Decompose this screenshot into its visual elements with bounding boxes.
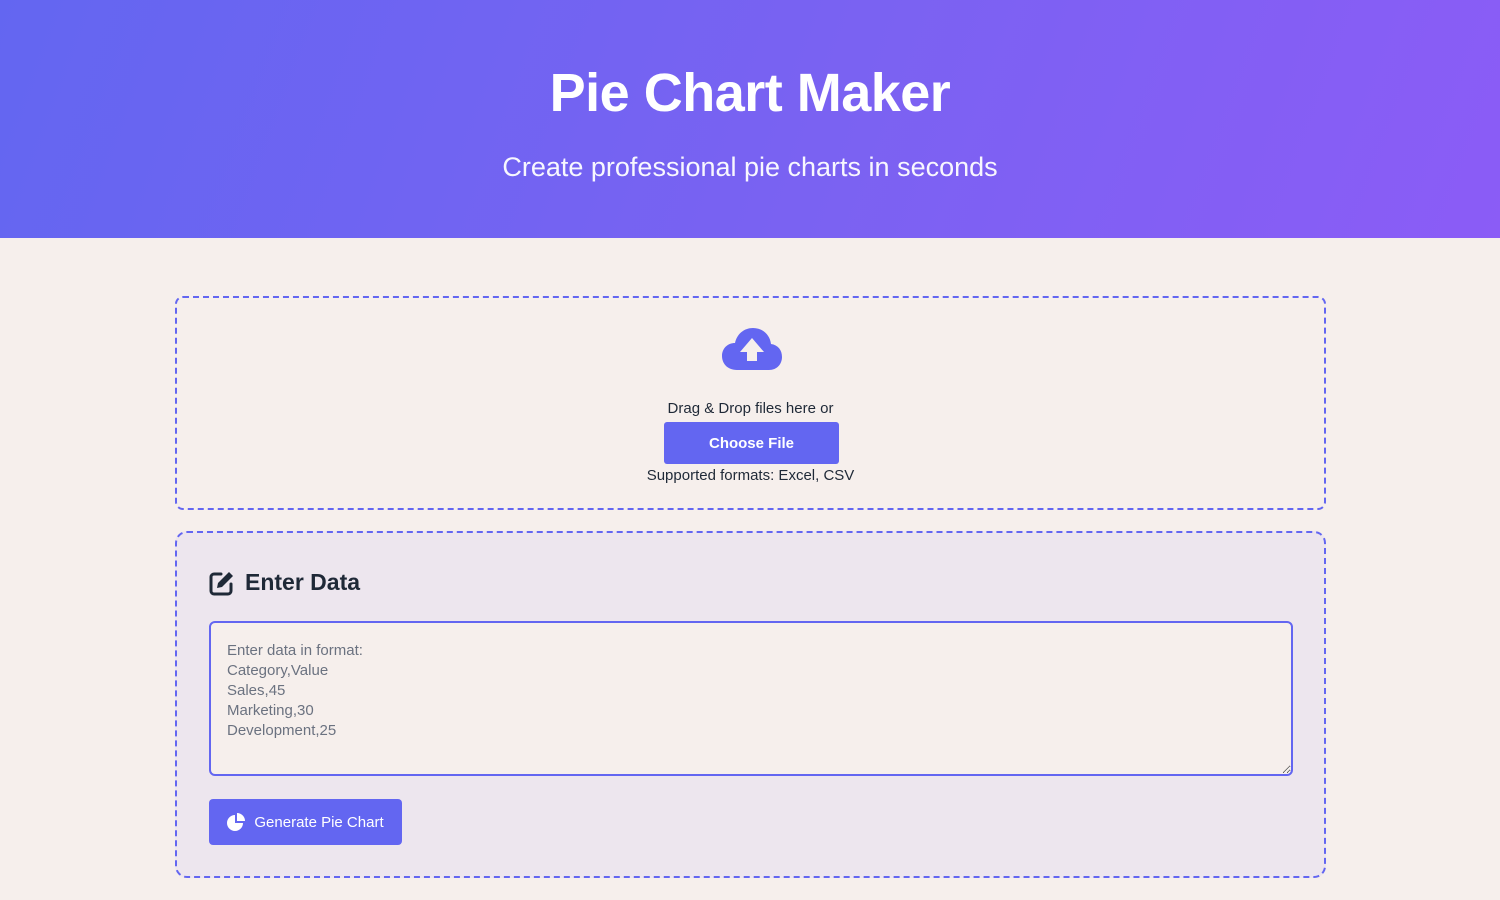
data-entry-title: Enter Data — [245, 569, 361, 595]
drop-instructions: Drag & Drop files here or — [667, 400, 834, 417]
generate-pie-chart-button[interactable]: Generate Pie Chart — [209, 799, 402, 845]
page-title: Pie Chart Maker — [549, 63, 951, 123]
generate-button-label: Generate Pie Chart — [254, 813, 384, 831]
hero-header: Pie Chart Maker Create professional pie … — [0, 0, 1500, 238]
cloud-upload-icon — [722, 328, 782, 370]
data-entry-panel: Enter Data Generate Pie Chart — [175, 531, 1326, 878]
data-entry-heading: Enter Data — [209, 569, 360, 596]
pie-chart-icon — [227, 813, 246, 831]
file-drop-zone[interactable]: Drag & Drop files here or Choose File Su… — [175, 296, 1326, 510]
page-subtitle: Create professional pie charts in second… — [502, 152, 998, 182]
supported-formats-text: Supported formats: Excel, CSV — [646, 467, 855, 484]
data-textarea[interactable] — [209, 621, 1293, 776]
edit-icon — [209, 571, 233, 595]
choose-file-button[interactable]: Choose File — [664, 422, 839, 464]
